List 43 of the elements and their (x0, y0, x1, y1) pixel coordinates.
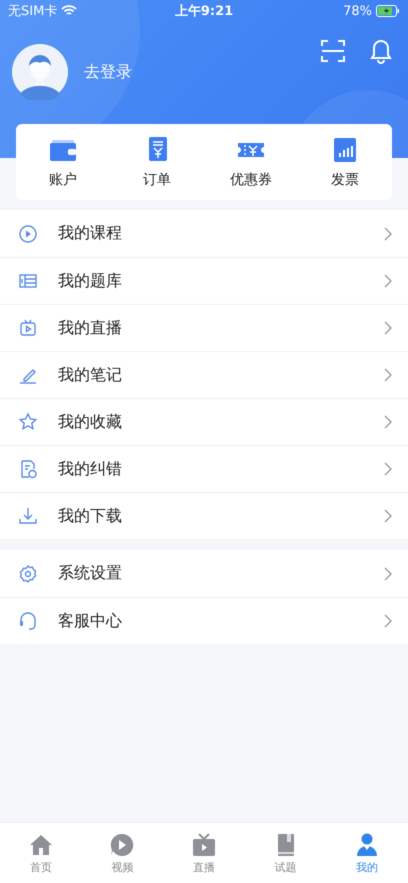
shortcut-label[interactable]: 订单 (143, 171, 171, 189)
settings-icon (18, 564, 38, 584)
chevron-icon (384, 274, 392, 288)
chevron-icon (384, 509, 392, 523)
shortcut-label[interactable]: 账户 (49, 171, 77, 189)
menu-item[interactable]: 我的题库 (58, 270, 384, 292)
menu-item[interactable]: 客服中心 (58, 610, 384, 632)
shortcut-label[interactable]: 发票 (331, 171, 359, 189)
battery-text: 78% (343, 4, 372, 18)
tab[interactable]: 我的 (326, 823, 408, 883)
shortcut-label[interactable]: 优惠券 (230, 171, 272, 189)
clock-text: 上午9:21 (174, 3, 234, 20)
chevron-icon (384, 321, 392, 335)
carrier-text: 无SIM卡 (8, 3, 58, 20)
play-icon (109, 832, 136, 858)
chevron-icon (384, 415, 392, 429)
tab[interactable]: 视频 (82, 823, 164, 883)
chevron-icon (384, 566, 392, 580)
menu-item[interactable]: 我的收藏 (58, 412, 384, 432)
menu-item[interactable]: 我的下载 (58, 506, 384, 526)
avatar-icon (12, 44, 68, 100)
menu-item[interactable]: 我的课程 (58, 223, 384, 244)
play-icon (18, 224, 38, 244)
star-icon (18, 412, 38, 432)
tab[interactable]: 首页 (0, 823, 82, 883)
download-icon (18, 506, 38, 526)
tab[interactable]: 试题 (244, 823, 326, 883)
menu-item[interactable]: 我的直播 (58, 318, 384, 338)
tv-icon (18, 318, 38, 338)
chevron-icon (384, 614, 392, 628)
headset-icon (18, 611, 38, 631)
menu-item[interactable]: 系统设置 (58, 563, 384, 584)
chevron-icon (384, 462, 392, 476)
wifi-icon (61, 5, 78, 17)
battery-icon (376, 5, 400, 17)
scan-icon[interactable] (320, 38, 346, 64)
bell-icon[interactable] (368, 38, 394, 64)
chevron-icon (384, 226, 392, 240)
chevron-icon (384, 368, 392, 382)
menu-item[interactable]: 我的笔记 (58, 364, 384, 386)
tab[interactable]: 直播 (163, 823, 245, 883)
tv-icon (190, 832, 217, 858)
menu-item[interactable]: 我的纠错 (58, 458, 384, 480)
